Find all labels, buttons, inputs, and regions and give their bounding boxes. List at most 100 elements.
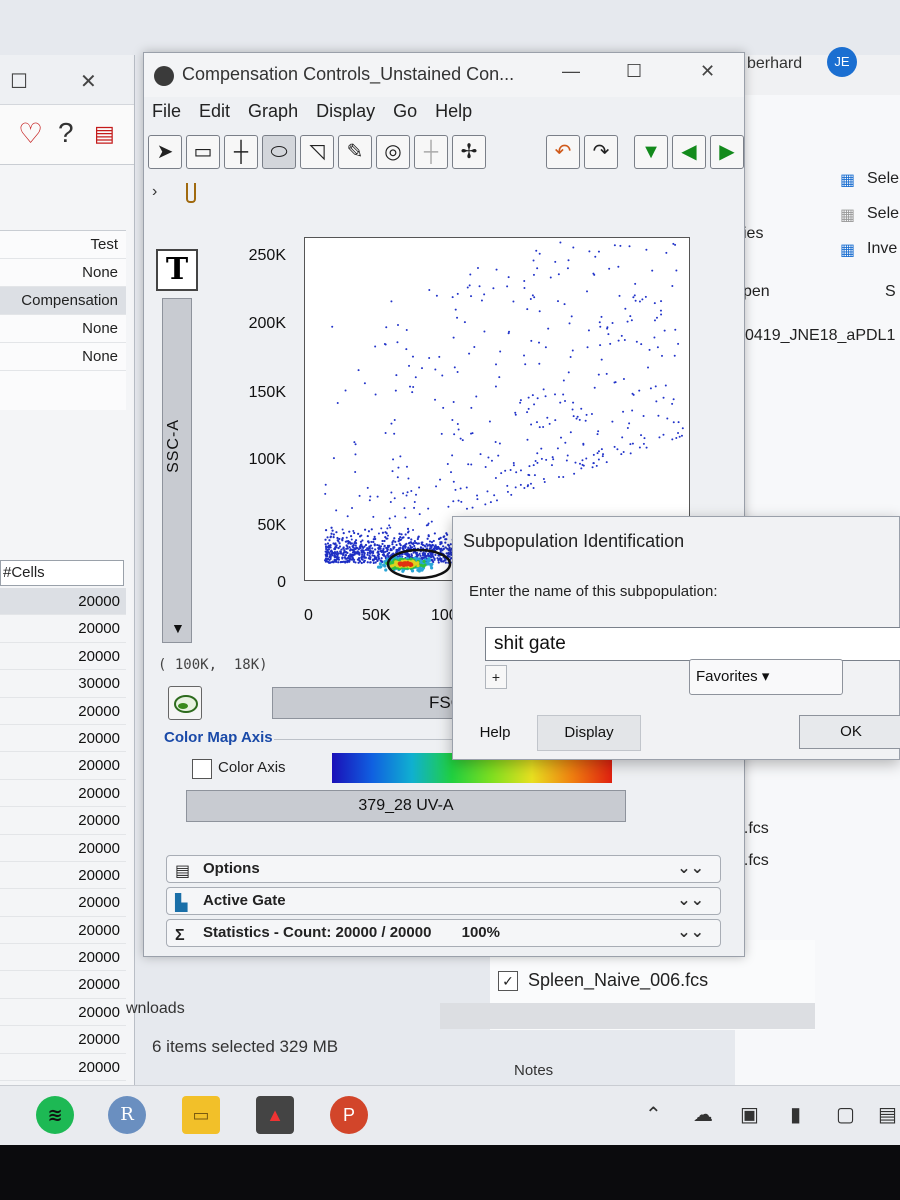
quadrant-gate-icon[interactable]: ┼ xyxy=(224,135,258,169)
document-add-icon[interactable]: ▤ xyxy=(94,121,115,147)
r-app-icon[interactable]: R xyxy=(108,1096,146,1134)
menu-file[interactable]: File xyxy=(152,101,181,129)
polygon-gate-icon[interactable]: ◹ xyxy=(300,135,334,169)
cell-count: 20000 xyxy=(0,588,126,616)
event-dot xyxy=(512,464,515,467)
active-gate-label: Active Gate xyxy=(203,892,286,909)
maximize-icon[interactable]: ☐ xyxy=(10,69,28,94)
y-axis-parameter-button[interactable]: SSC-A ▼ xyxy=(162,298,192,643)
taskbar: ≋ R ▭ ▲ P ⌃ ☁ ▣ ▮ ▢ ▤ xyxy=(0,1085,900,1145)
event-dot xyxy=(631,442,634,445)
redo-icon[interactable]: ↷ xyxy=(584,135,618,169)
event-dot xyxy=(617,265,620,268)
horizontal-scrollbar[interactable] xyxy=(440,1003,815,1029)
property-row[interactable]: Compensation xyxy=(0,287,126,315)
active-gate-panel[interactable]: ▙ Active Gate ⌄⌄ xyxy=(166,887,721,915)
file-checkbox[interactable]: ✓ xyxy=(498,970,518,991)
color-parameter-button[interactable]: 379_28 UV-A xyxy=(186,790,626,822)
x-axis-parameter-button[interactable]: FSC xyxy=(272,687,472,719)
event-dot xyxy=(324,492,327,495)
event-dot xyxy=(366,540,370,543)
event-dot xyxy=(662,433,665,436)
maximize-button[interactable]: ☐ xyxy=(626,61,642,82)
add-button[interactable]: + xyxy=(485,665,507,689)
minimize-button[interactable]: — xyxy=(562,61,580,82)
event-dot xyxy=(531,294,534,297)
event-dot xyxy=(325,547,328,551)
account-name: berhard xyxy=(747,55,803,72)
pointer-tool-icon[interactable]: ➤ xyxy=(148,135,182,169)
event-dot xyxy=(430,520,433,523)
double-chevron-down-icon[interactable]: ⌄⌄ xyxy=(677,920,704,946)
event-dot xyxy=(597,373,600,376)
event-dot xyxy=(381,539,384,543)
event-dot xyxy=(405,348,408,351)
help-button[interactable]: Help xyxy=(465,717,525,751)
file-explorer-icon[interactable]: ▭ xyxy=(182,1096,220,1134)
event-dot xyxy=(530,423,533,426)
freehand-gate-icon[interactable]: ✎ xyxy=(338,135,372,169)
event-dot xyxy=(624,307,627,310)
invert-selection-label[interactable]: Inve xyxy=(867,240,897,258)
x-tick-label: 0 xyxy=(304,607,313,624)
display-button[interactable]: Display xyxy=(537,715,641,751)
event-dot xyxy=(665,251,668,254)
event-dot xyxy=(364,543,368,547)
color-axis-checkbox[interactable] xyxy=(192,759,212,779)
undo-icon[interactable]: ↶ xyxy=(546,135,580,169)
arrow-right-icon[interactable]: ▶ xyxy=(710,135,744,169)
event-dot xyxy=(374,345,377,348)
camera-icon[interactable]: ▣ xyxy=(740,1102,759,1127)
event-dot xyxy=(671,402,674,405)
close-button[interactable]: ✕ xyxy=(700,61,715,82)
menu-help[interactable]: Help xyxy=(435,101,472,129)
list-item[interactable]: ✓ Spleen_Naive_006.fcs xyxy=(498,970,708,991)
menu-graph[interactable]: Graph xyxy=(248,101,298,129)
statistics-panel[interactable]: Σ Statistics - Count: 20000 / 20000 100%… xyxy=(166,919,721,947)
menu-go[interactable]: Go xyxy=(393,101,417,129)
web-gate-icon[interactable]: ✢ xyxy=(452,135,486,169)
event-dot xyxy=(427,507,430,510)
select-none-label[interactable]: Sele xyxy=(867,205,899,223)
flowjo-icon[interactable]: ▲ xyxy=(256,1096,294,1134)
text-annotation-button[interactable]: T xyxy=(156,249,198,291)
rectangle-gate-icon[interactable]: ▭ xyxy=(186,135,220,169)
spider-gate-icon[interactable]: ◎ xyxy=(376,135,410,169)
options-panel[interactable]: ▤ Options ⌄⌄ xyxy=(166,855,721,883)
select-all-label[interactable]: Sele xyxy=(867,170,899,188)
spotify-icon[interactable]: ≋ xyxy=(36,1096,74,1134)
subpopulation-name-input[interactable] xyxy=(485,627,900,661)
cells-column-header[interactable]: #Cells xyxy=(0,560,124,586)
sample-tube-icon[interactable] xyxy=(186,183,196,203)
menu-edit[interactable]: Edit xyxy=(199,101,230,129)
event-dot xyxy=(597,450,600,453)
cloud-icon[interactable]: ☁ xyxy=(693,1102,713,1127)
event-dot xyxy=(396,324,399,327)
event-dot xyxy=(620,453,623,456)
favorites-dropdown[interactable]: Favorites ▾ xyxy=(689,659,843,695)
chevron-up-icon[interactable]: ⌃ xyxy=(645,1102,662,1127)
avatar[interactable]: JE xyxy=(827,47,857,77)
close-icon[interactable]: ✕ xyxy=(80,69,97,94)
heart-icon[interactable]: ♡ xyxy=(18,117,43,150)
menu-display[interactable]: Display xyxy=(316,101,375,129)
arrow-down-icon[interactable]: ▼ xyxy=(634,135,668,169)
event-dot xyxy=(433,545,436,548)
event-dot xyxy=(545,458,548,461)
double-chevron-down-icon[interactable]: ⌄⌄ xyxy=(677,856,704,882)
gate-lock-icon[interactable] xyxy=(168,686,202,720)
notes-button[interactable]: Notes xyxy=(514,1062,553,1079)
help-icon[interactable]: ? xyxy=(58,117,74,149)
powerpoint-icon[interactable]: P xyxy=(330,1096,368,1134)
double-chevron-down-icon[interactable]: ⌄⌄ xyxy=(677,888,704,914)
microphone-icon[interactable]: ▮ xyxy=(790,1102,801,1127)
wifi-icon[interactable]: ▤ xyxy=(878,1102,897,1127)
event-dot xyxy=(384,536,387,539)
ellipse-gate-icon[interactable]: ⬭ xyxy=(262,135,296,169)
split-gate-icon[interactable]: ┼ xyxy=(414,135,448,169)
ok-button[interactable]: OK xyxy=(799,715,900,749)
event-dot xyxy=(587,329,590,332)
arrow-left-icon[interactable]: ◀ xyxy=(672,135,706,169)
chevron-right-icon[interactable]: › xyxy=(152,183,157,201)
display-settings-icon[interactable]: ▢ xyxy=(836,1102,855,1127)
